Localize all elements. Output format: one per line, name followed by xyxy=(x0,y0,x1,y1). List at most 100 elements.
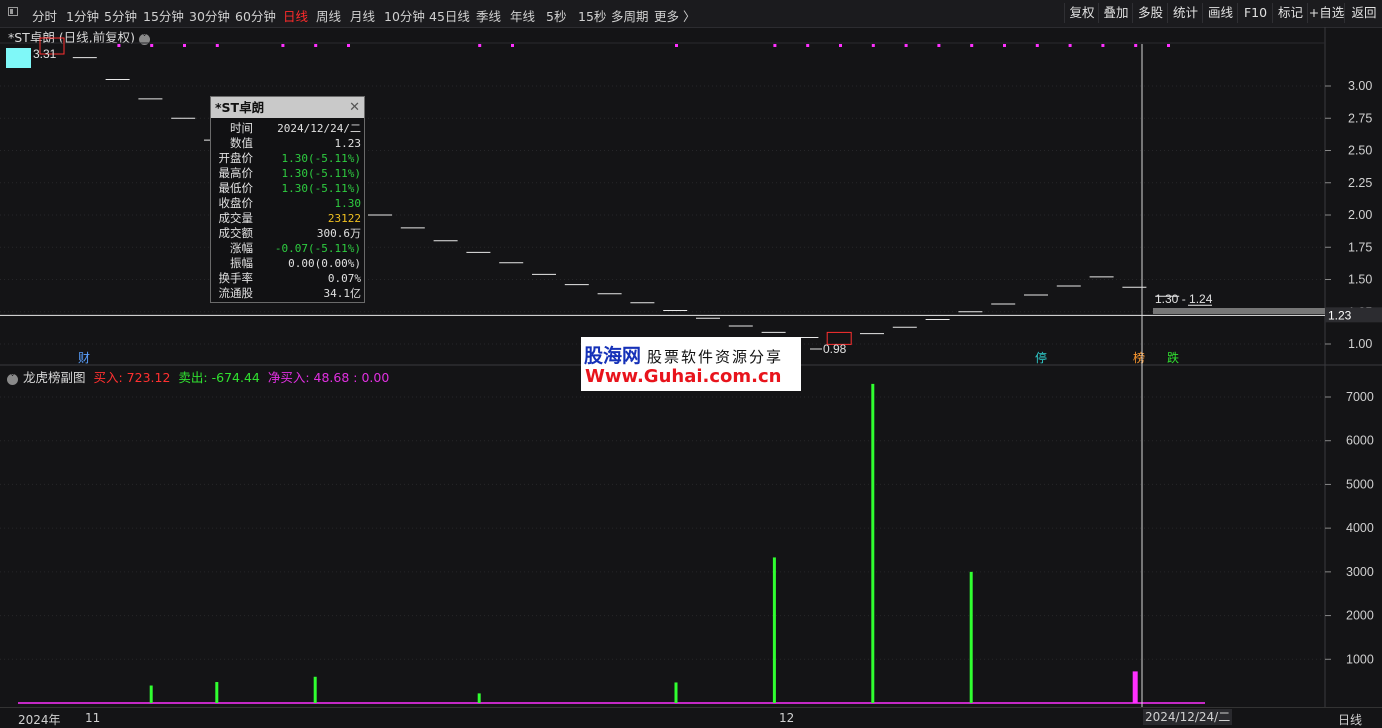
y-tick-label: 1000 xyxy=(1346,652,1374,666)
tooltip-row: 涨幅 -0.07(-5.11%) xyxy=(211,241,364,256)
high-label: 3.31 xyxy=(33,47,57,61)
lhb-marker xyxy=(1101,44,1105,47)
lhb-marker xyxy=(150,44,154,47)
lhb-marker xyxy=(904,44,908,47)
tooltip-value: 23122 xyxy=(327,212,361,225)
lhb-marker xyxy=(478,44,482,47)
y-tick-label: 1.50 xyxy=(1348,273,1372,287)
tooltip-value: 0.07% xyxy=(327,272,361,285)
tooltip-value: 2024/12/24/二 xyxy=(277,122,361,135)
tooltip-key: 时间 xyxy=(230,121,253,135)
y-tick-label: 1.75 xyxy=(1348,240,1372,254)
lhb-marker xyxy=(117,44,121,47)
x-label-dec: 12 xyxy=(779,711,795,725)
lhb-marker xyxy=(281,44,285,47)
y-tick-label: 3000 xyxy=(1346,565,1374,579)
lhb-bar xyxy=(149,685,153,703)
lhb-bar xyxy=(674,682,678,703)
y-tick-label: 3.00 xyxy=(1348,79,1372,93)
lhb-marker xyxy=(675,44,678,47)
tooltip-value: 34.1亿 xyxy=(323,287,362,300)
tooltip-value: 1.30 xyxy=(334,197,362,210)
tooltip-row: 最高价 1.30(-5.11%) xyxy=(211,166,364,181)
tooltip-key: 数值 xyxy=(230,136,253,150)
tooltip-key: 收盘价 xyxy=(218,196,254,210)
lhb-marker xyxy=(183,44,186,47)
net-buy-amount: 净买入: 48.68 : 0.00 xyxy=(267,370,390,385)
y-tick-label: 4000 xyxy=(1346,521,1374,535)
tooltip-value: 0.00(0.00%) xyxy=(288,257,361,270)
x-label-nov: 11 xyxy=(85,711,101,725)
lhb-bar xyxy=(871,383,875,703)
tooltip-row: 换手率 0.07% xyxy=(211,271,364,286)
y-tick-label: 1.00 xyxy=(1348,337,1372,351)
tooltip-key: 成交量 xyxy=(218,211,254,225)
range-label: 1.30 - 1.24 xyxy=(1155,292,1213,306)
tooltip-row: 成交量 23122 xyxy=(211,211,364,226)
lhb-bar xyxy=(215,682,219,703)
x-label-year: 2024年 xyxy=(18,713,61,727)
lhb-bar xyxy=(313,676,317,703)
watermark-brand: 股海网 xyxy=(584,345,642,367)
tooltip-key: 成交额 xyxy=(218,226,254,240)
lhb-marker xyxy=(1134,44,1138,47)
tooltip-title: *ST卓朗 xyxy=(215,100,265,115)
tooltip-value: 1.30(-5.11%) xyxy=(281,152,361,165)
lhb-marker xyxy=(1003,44,1006,47)
y-tick-label: 7000 xyxy=(1346,390,1374,404)
tooltip-key: 流通股 xyxy=(218,286,254,300)
tooltip-key: 最高价 xyxy=(218,166,254,180)
watermark-logo: 股海网 股票软件资源分享 Www.Guhai.com.cn xyxy=(581,337,801,391)
tooltip-value: 1.23 xyxy=(334,137,362,150)
lhb-marker xyxy=(347,44,350,47)
tooltip-value: -0.07(-5.11%) xyxy=(274,242,361,255)
x-axis: 2024年 11 12 2024/12/24/二 日线 xyxy=(0,707,1382,727)
data-tooltip: *ST卓朗 ✕ 时间 2024/12/24/二 数值 1.23 开盘价 1.30(-5.11… xyxy=(210,96,365,303)
lhb-marker xyxy=(1167,44,1170,47)
cursor-date-label: 2024/12/24/二 xyxy=(1143,709,1233,725)
tooltip-key: 振幅 xyxy=(230,256,253,270)
buy-amount: 买入: 723.12 xyxy=(93,370,171,385)
lhb-bar xyxy=(477,693,481,703)
period-label: 日线 xyxy=(1338,713,1363,727)
tooltip-key: 换手率 xyxy=(218,271,254,285)
event-tag: 财 xyxy=(78,351,90,365)
watermark-slogan: 股票软件资源分享 xyxy=(647,348,784,366)
y-tick-label: 2.50 xyxy=(1348,144,1372,158)
tooltip-value: 1.30(-5.11%) xyxy=(281,182,361,195)
watermark-url: Www.Guhai.com.cn xyxy=(585,366,782,387)
tooltip-key: 最低价 xyxy=(218,181,254,195)
tooltip-row: 成交额 300.6万 xyxy=(211,226,364,241)
y-tick-label: 2000 xyxy=(1346,609,1374,623)
lhb-marker xyxy=(806,44,810,47)
lhb-marker xyxy=(839,44,842,47)
sub-chart-title: ˅ 龙虎榜副图 买入: 723.12 卖出: -674.44 净买入: 48.68… xyxy=(7,367,389,386)
y-tick-label: 6000 xyxy=(1346,434,1374,448)
lhb-marker xyxy=(1068,44,1072,47)
tooltip-value: 1.30(-5.11%) xyxy=(281,167,361,180)
tooltip-table: 时间 2024/12/24/二 数值 1.23 开盘价 1.30(-5.11%) 最高价 1.… xyxy=(211,121,364,301)
high-marker xyxy=(6,48,31,68)
sell-amount: 卖出: -674.44 xyxy=(178,370,260,385)
lhb-marker xyxy=(970,44,974,47)
low-label: 0.98 xyxy=(823,342,847,356)
y-tick-label: 2.00 xyxy=(1348,208,1372,222)
lhb-bar xyxy=(772,557,776,703)
close-icon[interactable]: ✕ xyxy=(349,97,360,118)
tooltip-value: 300.6万 xyxy=(316,227,361,240)
event-tag: 跌 xyxy=(1167,350,1179,365)
chevron-down-icon[interactable]: ˅ xyxy=(7,374,18,385)
lhb-marker xyxy=(937,44,941,47)
tooltip-row: 数值 1.23 xyxy=(211,136,364,151)
lhb-marker xyxy=(215,44,219,47)
tooltip-row: 收盘价 1.30 xyxy=(211,196,364,211)
tooltip-row: 振幅 0.00(0.00%) xyxy=(211,256,364,271)
tooltip-row: 时间 2024/12/24/二 xyxy=(211,121,364,136)
event-tag: 榜 xyxy=(1133,350,1145,365)
tooltip-row: 最低价 1.30(-5.11%) xyxy=(211,181,364,196)
lhb-marker xyxy=(1035,44,1039,47)
y-tick-label: 2.75 xyxy=(1348,111,1372,125)
event-tag: 停 xyxy=(1035,350,1047,365)
sub-chart-name: 龙虎榜副图 xyxy=(23,370,86,385)
tooltip-row: 流通股 34.1亿 xyxy=(211,286,364,301)
